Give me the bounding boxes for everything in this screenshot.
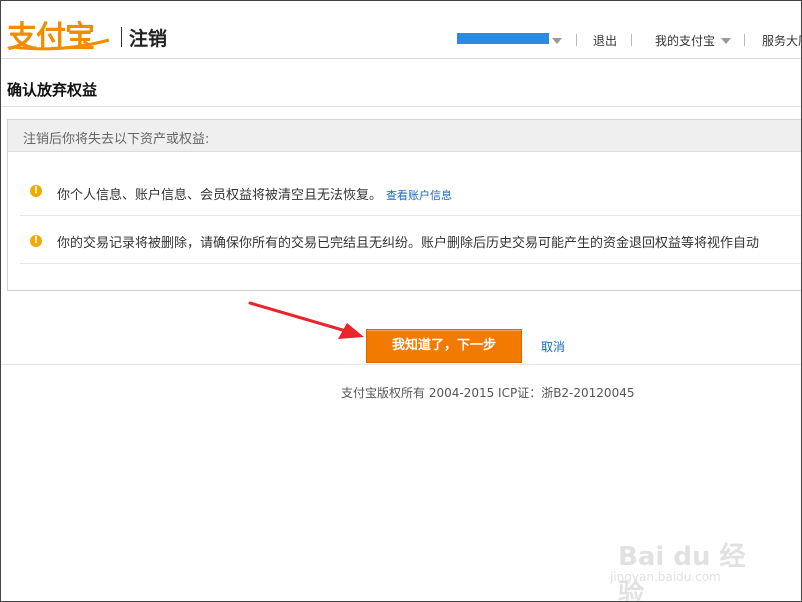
copyright-text: 支付宝版权所有 2004-2015 ICP证：浙B2-20120045 (341, 386, 635, 400)
notice-item-text: 你个人信息、账户信息、会员权益将被清空且无法恢复。 查看账户信息 (57, 184, 452, 203)
watermark-brand: Bai du 经验 (618, 542, 746, 602)
notice-item: ! 你的交易记录将被删除，请确保你所有的交易已完结且无纠纷。账户删除后历史交易可… (20, 218, 801, 264)
account-dropdown-icon[interactable] (552, 38, 562, 44)
nav-divider (744, 34, 745, 46)
notice-item: ! 你个人信息、账户信息、会员权益将被清空且无法恢复。 查看账户信息 (20, 168, 801, 214)
alipay-logo[interactable]: 支付宝 (7, 14, 113, 55)
view-account-info-link[interactable]: 查看账户信息 (386, 189, 452, 202)
nav-divider (576, 34, 577, 46)
header-divider (121, 27, 122, 47)
nav-divider (631, 34, 632, 46)
notice-header: 注销后你将失去以下资产或权益: (8, 120, 801, 152)
warning-icon: ! (30, 185, 42, 197)
notice-heading: 注销后你将失去以下资产或权益: (23, 132, 210, 147)
loss-notice-panel: 注销后你将失去以下资产或权益: ! 你个人信息、账户信息、会员权益将被清空且无法… (7, 119, 801, 291)
baidu-jingyan-watermark: Bai du 经验 jingyan.baidu.com (606, 516, 766, 601)
notice-item-text: 你的交易记录将被删除，请确保你所有的交易已完结且无纠纷。账户删除后历史交易可能产… (57, 236, 760, 251)
footer-divider (1, 364, 801, 365)
warning-icon: ! (30, 235, 42, 247)
service-hall-link[interactable]: 服务大厅 (762, 32, 801, 49)
annotation-arrow-icon (248, 301, 364, 339)
cancel-link[interactable]: 取消 (541, 338, 565, 355)
page-title: 确认放弃权益 (7, 81, 98, 99)
browser-frame: 支付宝 注销 退出 我的支付宝 服务大厅 确认放弃权益 注销后你将失去以下资产或… (0, 0, 802, 602)
item-divider (20, 215, 801, 216)
site-header: 支付宝 注销 退出 我的支付宝 服务大厅 (1, 1, 801, 59)
logout-link[interactable]: 退出 (593, 32, 617, 49)
page-label: 注销 (129, 28, 168, 50)
item-divider (20, 263, 801, 264)
account-name-redacted[interactable] (457, 33, 549, 44)
confirm-next-step-button[interactable]: 我知道了，下一步 (366, 329, 522, 363)
notice-item-message: 你个人信息、账户信息、会员权益将被清空且无法恢复。 (57, 188, 383, 203)
title-divider (1, 106, 801, 107)
watermark-site: jingyan.baidu.com (610, 570, 721, 584)
logo-swoosh-icon (12, 38, 110, 51)
my-alipay-link[interactable]: 我的支付宝 (655, 32, 715, 49)
my-alipay-dropdown-icon[interactable] (721, 38, 731, 44)
